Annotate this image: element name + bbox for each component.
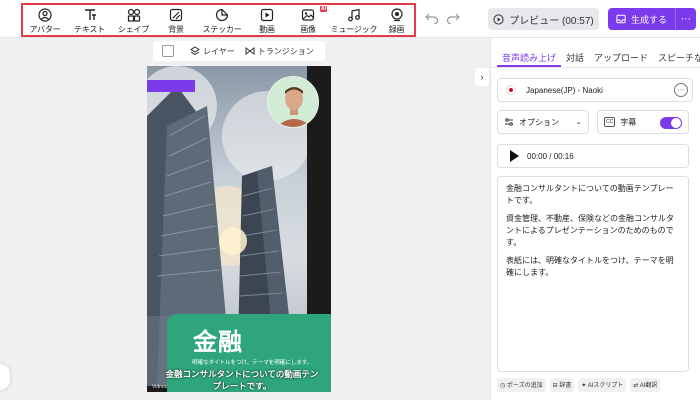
tab-tts[interactable]: 音声読み上げ bbox=[497, 38, 562, 67]
voice-more-icon[interactable]: ⋯ bbox=[674, 83, 688, 97]
options-dropdown[interactable]: オプション ⌄ bbox=[497, 110, 589, 134]
undo-icon[interactable] bbox=[425, 12, 439, 24]
text-icon bbox=[84, 9, 96, 20]
subtitle-label: 字幕 bbox=[620, 117, 637, 127]
video-subtitle[interactable]: 明確なタイトルをつけ、テーマを明確にします。 bbox=[192, 358, 312, 366]
layers-icon bbox=[190, 46, 200, 56]
add-pause-label: ポーズの追加 bbox=[506, 383, 543, 389]
music-icon bbox=[348, 8, 360, 22]
audio-time: 00:00 / 00:16 bbox=[527, 151, 574, 161]
canvas-toolbar: レイヤー トランジション bbox=[153, 41, 325, 61]
tool-record[interactable]: 録画 bbox=[379, 5, 414, 35]
ai-translate-button[interactable]: ⇄ AI翻訳 bbox=[630, 378, 661, 392]
play-icon[interactable] bbox=[510, 150, 519, 162]
japan-flag-icon bbox=[506, 85, 516, 95]
generate-button[interactable]: 生成する bbox=[608, 8, 675, 30]
tool-video[interactable]: 動画 bbox=[247, 5, 287, 35]
tool-label: シェイプ bbox=[117, 25, 150, 34]
avatar-icon bbox=[38, 8, 52, 22]
chevron-right-icon: › bbox=[480, 72, 484, 82]
audio-player: 00:00 / 00:16 bbox=[497, 144, 689, 168]
tab-no-speech[interactable]: スピーチなし bbox=[653, 38, 700, 67]
transition-button[interactable]: トランジション bbox=[245, 46, 314, 57]
script-panel: 音声読み上げ 対話 アップロード スピーチなし Japanese(JP) - N… bbox=[490, 38, 700, 400]
voice-selector[interactable]: Japanese(JP) - Naoki ⋯ bbox=[497, 78, 693, 102]
video-caption[interactable]: 金融コンサルタントについての動画テンプレートです。 bbox=[165, 368, 319, 392]
script-tools: ◷ ポーズの追加 ⊟ 辞書 ✦ AIスクリプト ⇄ AI翻訳 bbox=[497, 378, 695, 392]
dictionary-button[interactable]: ⊟ 辞書 bbox=[549, 378, 575, 392]
tool-shape[interactable]: シェイプ bbox=[112, 5, 155, 35]
timeline-toggle-handle[interactable] bbox=[0, 364, 10, 390]
script-line: 表紙には、明確なタイトルをつけ、テーマを明確にします。 bbox=[506, 256, 674, 277]
tool-music[interactable]: ミュージック bbox=[329, 5, 379, 35]
subtitle-setting: CC 字幕 bbox=[597, 110, 689, 134]
tool-label: 背景 bbox=[168, 25, 184, 34]
select-all-checkbox[interactable] bbox=[162, 45, 174, 57]
sliders-icon bbox=[505, 118, 513, 126]
script-line: 金融コンサルタントについての動画テンプレートです。 bbox=[506, 184, 674, 205]
watermark: Vidnoz bbox=[152, 384, 168, 390]
top-toolbar: アバター テキスト シェイプ 背景 ステッカー 動画 AI 画像 ミュージック … bbox=[0, 0, 700, 38]
ai-script-label: AIスクリプト bbox=[587, 383, 624, 389]
chevron-down-icon: ⌄ bbox=[575, 117, 582, 126]
tool-label: 画像 bbox=[300, 25, 316, 34]
more-options-button[interactable]: ⋯ bbox=[675, 8, 696, 30]
background-icon bbox=[169, 8, 183, 22]
tool-sticker[interactable]: ステッカー bbox=[197, 5, 247, 35]
tool-image[interactable]: AI 画像 bbox=[287, 5, 329, 35]
transition-icon bbox=[245, 47, 255, 55]
layer-button[interactable]: レイヤー bbox=[190, 46, 235, 57]
script-line: 資金管理、不動産、保険などの金融コンサルタントによるプレゼンテーションのためのも… bbox=[506, 214, 674, 247]
play-circle-icon bbox=[493, 13, 504, 25]
tab-upload[interactable]: アップロード bbox=[589, 38, 653, 67]
preview-button[interactable]: プレビュー (00:57) bbox=[488, 8, 599, 30]
sticker-icon bbox=[215, 8, 229, 22]
subtitle-toggle[interactable] bbox=[660, 117, 682, 129]
tool-label: 動画 bbox=[259, 25, 275, 34]
tool-label: テキスト bbox=[74, 25, 105, 34]
ai-script-button[interactable]: ✦ AIスクリプト bbox=[578, 378, 627, 392]
cc-icon: CC bbox=[604, 117, 616, 127]
layer-label: レイヤー bbox=[203, 46, 235, 56]
video-icon bbox=[260, 8, 274, 22]
tool-label: 録画 bbox=[388, 25, 405, 34]
image-icon bbox=[301, 9, 315, 21]
tool-background[interactable]: 背景 bbox=[155, 5, 197, 35]
presenter-avatar[interactable] bbox=[267, 76, 319, 128]
tool-text[interactable]: テキスト bbox=[67, 5, 112, 35]
redo-icon[interactable] bbox=[446, 12, 460, 24]
options-label: オプション bbox=[519, 117, 559, 127]
video-title[interactable]: 金融 bbox=[193, 322, 243, 357]
script-textarea[interactable]: 金融コンサルタントについての動画テンプレートです。 資金管理、不動産、保険などの… bbox=[497, 176, 689, 372]
script-tabs: 音声読み上げ 対話 アップロード スピーチなし bbox=[491, 38, 700, 68]
inbox-icon bbox=[616, 14, 626, 24]
dictionary-label: 辞書 bbox=[559, 383, 572, 389]
ai-badge: AI bbox=[320, 6, 327, 12]
voice-name: Japanese(JP) - Naoki bbox=[526, 85, 603, 95]
accent-strip bbox=[147, 80, 195, 92]
record-icon bbox=[390, 8, 403, 22]
tool-avatar[interactable]: アバター bbox=[23, 5, 67, 35]
preview-label: プレビュー (00:57) bbox=[509, 15, 594, 27]
element-tools-group: アバター テキスト シェイプ 背景 ステッカー 動画 AI 画像 ミュージック … bbox=[21, 3, 416, 37]
tool-label: ステッカー bbox=[202, 25, 242, 34]
tab-dialogue[interactable]: 対話 bbox=[561, 38, 589, 67]
tool-label: ミュージック bbox=[330, 25, 378, 34]
collapse-panel-button[interactable]: › bbox=[475, 68, 489, 86]
video-canvas[interactable]: 金融 明確なタイトルをつけ、テーマを明確にします。 金融コンサルタントについての… bbox=[147, 66, 331, 392]
ai-translate-label: AI翻訳 bbox=[639, 383, 658, 389]
transition-label: トランジション bbox=[257, 46, 314, 56]
add-pause-button[interactable]: ◷ ポーズの追加 bbox=[497, 378, 546, 392]
tool-label: アバター bbox=[29, 25, 61, 34]
shape-icon bbox=[127, 8, 140, 22]
generate-label: 生成する bbox=[630, 14, 667, 25]
presenter-face-icon bbox=[268, 77, 318, 127]
